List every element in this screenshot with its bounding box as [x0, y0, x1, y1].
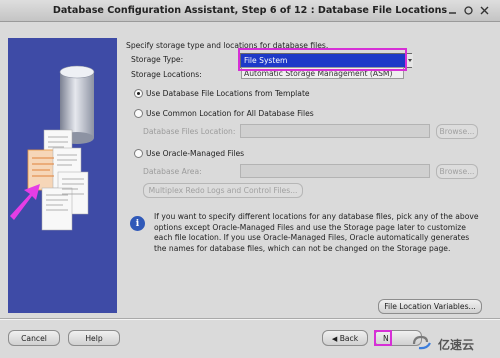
radio-common[interactable] [134, 109, 143, 118]
title-bar: Database Configuration Assistant, Step 6… [0, 0, 500, 22]
radio-template-label[interactable]: Use Database File Locations from Templat… [146, 89, 310, 98]
dropdown-option-asm[interactable]: Automatic Storage Management (ASM) [241, 67, 404, 79]
back-arrow-icon: ◀ [331, 335, 338, 343]
radio-common-label[interactable]: Use Common Location for All Database Fil… [146, 109, 314, 118]
browse-area-button[interactable]: Browse... [436, 164, 478, 179]
wizard-banner [8, 38, 117, 313]
next-label: N [383, 334, 389, 343]
minimize-icon[interactable] [446, 4, 459, 17]
back-button[interactable]: ◀ Back [322, 330, 368, 346]
maximize-icon[interactable] [462, 4, 475, 17]
watermark-text: 亿速云 [438, 338, 475, 352]
radio-template[interactable] [134, 89, 143, 98]
close-icon[interactable] [478, 4, 491, 17]
dropdown-arrow-icon[interactable] [405, 54, 413, 67]
info-icon: i [130, 216, 145, 231]
storage-type-value: File System [244, 56, 288, 65]
files-location-input[interactable] [240, 124, 430, 138]
files-location-label: Database Files Location: [143, 127, 236, 136]
database-illustration [10, 65, 95, 231]
cancel-button[interactable]: Cancel [8, 330, 60, 346]
storage-type-dropdown[interactable]: File System [240, 53, 412, 68]
storage-type-label: Storage Type: [131, 55, 184, 64]
database-area-label: Database Area: [143, 167, 202, 176]
help-button[interactable]: Help [68, 330, 120, 346]
radio-omf-label[interactable]: Use Oracle-Managed Files [146, 149, 244, 158]
document-stack-icon [27, 129, 89, 231]
file-location-variables-button[interactable]: File Location Variables... [378, 299, 482, 314]
browse-location-button[interactable]: Browse... [436, 124, 478, 139]
intro-text: Specify storage type and locations for d… [126, 41, 329, 50]
window-title: Database Configuration Assistant, Step 6… [52, 5, 448, 16]
arrow-icon [10, 184, 40, 220]
database-area-input[interactable] [240, 164, 430, 178]
footer-separator [0, 318, 500, 320]
watermark-logo-icon [412, 335, 431, 350]
multiplex-redo-logs-button[interactable]: Multiplex Redo Logs and Control Files... [143, 183, 303, 198]
back-label: Back [339, 334, 359, 343]
storage-locations-label: Storage Locations: [131, 70, 202, 79]
radio-omf[interactable] [134, 149, 143, 158]
info-text: If you want to specify different locatio… [154, 212, 479, 253]
